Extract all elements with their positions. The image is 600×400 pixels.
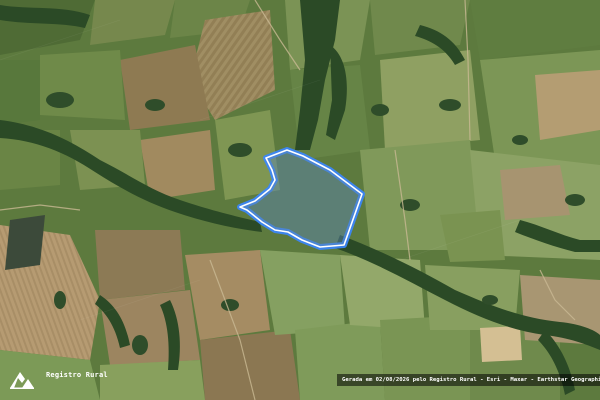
satellite-map[interactable]: Registro Rural Gerada em 02/08/2026 pelo…: [0, 0, 600, 400]
registro-rural-logo-icon: [10, 372, 34, 389]
map-attribution: Gerada em 02/08/2026 pelo Registro Rural…: [337, 374, 600, 386]
logo-label: Registro Rural: [46, 371, 108, 379]
satellite-imagery: [0, 0, 600, 400]
